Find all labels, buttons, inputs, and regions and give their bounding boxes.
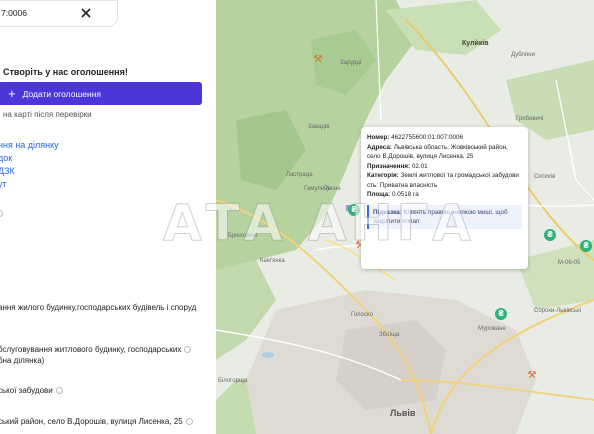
link-item[interactable]: ут: [0, 178, 59, 191]
hammer-icon[interactable]: ⚒: [312, 54, 324, 66]
watermark: АТА АНГА: [162, 194, 476, 253]
map-label: Збоїща: [379, 332, 400, 338]
add-ad-label: Додати оголошення: [22, 88, 101, 99]
promo-text: Створіть у нас оголошення!: [3, 67, 128, 77]
map-label: Дубляни: [511, 52, 535, 58]
map-label: Кам'янка: [260, 258, 285, 264]
map-label: Грибовичі: [516, 116, 544, 122]
map-note: на карті після перевірки: [3, 110, 92, 119]
popup-ownership: сть: Приватна власність: [367, 181, 438, 189]
usage-text-line: бна ділянка): [0, 356, 45, 365]
link-item[interactable]: док: [0, 152, 59, 165]
map-label: Ситихів: [534, 174, 556, 180]
map-label: Сороки-Львівські: [534, 308, 582, 314]
map-label: Рясне: [324, 186, 341, 192]
parcel-pin-icon[interactable]: ₴: [544, 229, 556, 241]
plus-icon: +: [8, 86, 16, 101]
popup-purpose: Призначення: 02.01: [367, 162, 428, 170]
popup-category: Категорія: Землі житлової та громадської…: [367, 172, 519, 179]
map-label: Завадів: [308, 124, 330, 130]
map-label: Ластрада: [286, 172, 313, 178]
close-icon[interactable]: [77, 4, 95, 22]
info-icon[interactable]: [184, 346, 192, 354]
purpose-text: ання жилого будинку,господарських будіве…: [0, 303, 197, 312]
category-text: ської забудови: [0, 385, 63, 396]
info-icon[interactable]: [0, 210, 3, 217]
map-label-city: Львів: [390, 408, 416, 418]
map-label: Кулѝків: [462, 40, 489, 47]
info-icon[interactable]: [185, 418, 193, 426]
popup-number: Номер: 4622755600:01:007:0006: [367, 134, 463, 141]
map-label: Голоско: [351, 312, 373, 318]
address-text-value: ський район, село В.Дорошів, вулиця Лисе…: [0, 417, 183, 426]
hammer-icon[interactable]: ⚒: [526, 370, 538, 382]
link-item[interactable]: ДЗК: [0, 165, 59, 178]
search-input[interactable]: 7:0006: [1, 8, 27, 18]
usage-text-line: бслуговування житлового будинку, господа…: [0, 345, 182, 354]
map-label: Муроване: [478, 326, 506, 332]
map-label: Зарудці: [340, 60, 362, 66]
parcel-pin-icon[interactable]: ₴: [495, 308, 507, 320]
map-label: М-06-05: [558, 260, 581, 266]
link-item[interactable]: ння на ділянку: [0, 139, 59, 152]
category-text-value: ської забудови: [0, 386, 53, 395]
map-label: Білогорща: [218, 378, 248, 384]
link-list: ння на ділянку док ДЗК ут: [0, 139, 59, 191]
popup-address: Адреса: Львівська область, Жовківський р…: [367, 143, 508, 161]
info-icon[interactable]: [55, 387, 63, 395]
add-ad-button[interactable]: + Додати оголошення: [0, 82, 202, 105]
address-text: ський район, село В.Дорошів, вулиця Лисе…: [0, 416, 193, 427]
cadastral-search[interactable]: 7:0006: [0, 0, 118, 27]
parcel-pin-icon[interactable]: ₴: [580, 240, 592, 252]
usage-text: бслуговування житлового будинку, господа…: [0, 344, 192, 355]
